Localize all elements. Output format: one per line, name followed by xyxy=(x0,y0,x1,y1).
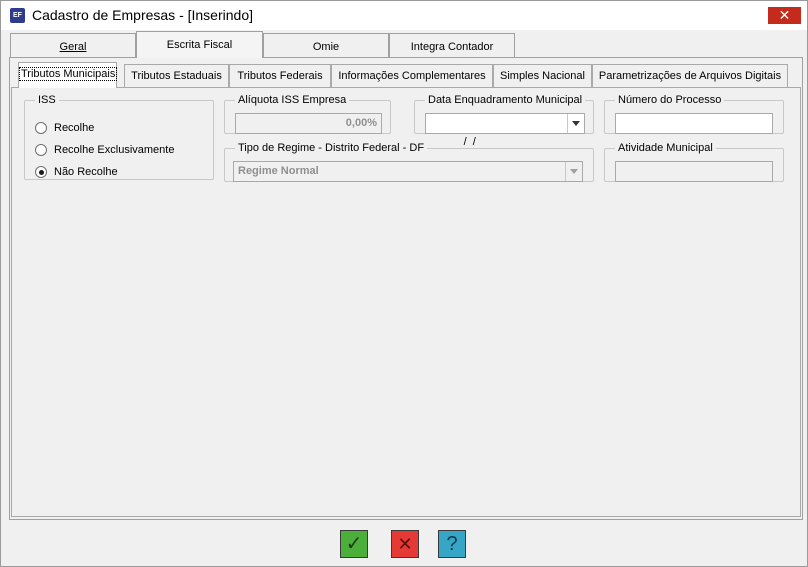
aliquota-iss-legend: Alíquota ISS Empresa xyxy=(238,94,347,106)
radio-label: Não Recolhe xyxy=(54,166,118,178)
cross-icon: ✕ xyxy=(397,534,413,554)
tab-omie[interactable]: Omie xyxy=(263,33,389,58)
iss-group-legend: ISS xyxy=(38,94,56,106)
radio-label: Recolhe xyxy=(54,122,95,134)
tipo-regime-group: Tipo de Regime - Distrito Federal - DF R… xyxy=(224,142,594,182)
tipo-regime-value: Regime Normal xyxy=(238,165,319,177)
date-dropdown-button[interactable] xyxy=(567,114,584,133)
chevron-down-icon xyxy=(572,121,580,126)
tributos-municipais-panel: ISS Recolhe Recolhe Exclusivamente Não R… xyxy=(11,87,801,517)
numero-processo-field[interactable] xyxy=(615,113,773,134)
tipo-regime-legend: Tipo de Regime - Distrito Federal - DF xyxy=(238,142,425,154)
radio-indicator[interactable] xyxy=(35,144,47,156)
aliquota-iss-field[interactable]: 0,00% xyxy=(235,113,382,134)
action-bar: ✓ ✕ ? xyxy=(9,523,803,565)
data-enquadramento-field[interactable]: / / xyxy=(425,113,585,148)
numero-processo-group: Número do Processo xyxy=(604,94,784,134)
data-enquadramento-group: Data Enquadramento Municipal / / xyxy=(414,94,594,148)
tab-label: Escrita Fiscal xyxy=(166,39,233,51)
tab-escrita-fiscal[interactable]: Escrita Fiscal xyxy=(136,31,263,58)
tab-geral[interactable]: Geral xyxy=(10,33,136,58)
window-title: Cadastro de Empresas - [Inserindo] xyxy=(32,7,253,23)
tab-label: Omie xyxy=(312,41,340,53)
cancel-button[interactable]: ✕ xyxy=(391,530,419,558)
subtab-informacoes-complementares[interactable]: Informações Complementares xyxy=(331,64,493,87)
radio-recolhe-exclusivamente[interactable]: Recolhe Exclusivamente xyxy=(35,143,174,157)
atividade-municipal-group: Atividade Municipal xyxy=(604,142,784,182)
subtab-label: Parametrizações de Arquivos Digitais xyxy=(598,70,782,82)
question-mark-icon: ? xyxy=(446,533,458,555)
escrita-fiscal-panel: Tributos Municipais Tributos Estaduais T… xyxy=(9,57,803,520)
tab-label: Integra Contador xyxy=(410,41,494,53)
app-logo-icon: EF xyxy=(10,8,25,23)
atividade-municipal-field[interactable] xyxy=(615,161,773,182)
iss-group: ISS Recolhe Recolhe Exclusivamente Não R… xyxy=(24,94,214,180)
close-button[interactable]: ✕ xyxy=(768,7,801,24)
subtab-simples-nacional[interactable]: Simples Nacional xyxy=(493,64,592,87)
tab-integra-contador[interactable]: Integra Contador xyxy=(389,33,515,58)
tab-label: Geral xyxy=(59,41,87,53)
tipo-regime-dropdown-button[interactable] xyxy=(565,162,582,181)
subtab-tributos-federais[interactable]: Tributos Federais xyxy=(229,64,331,87)
subtab-label: Simples Nacional xyxy=(500,70,585,82)
aliquota-iss-group: Alíquota ISS Empresa 0,00% xyxy=(224,94,391,134)
radio-indicator[interactable] xyxy=(35,122,47,134)
radio-indicator-selected[interactable] xyxy=(35,166,47,178)
radio-recolhe[interactable]: Recolhe xyxy=(35,121,94,135)
numero-processo-legend: Número do Processo xyxy=(618,94,722,106)
radio-label: Recolhe Exclusivamente xyxy=(54,144,175,156)
subtab-label: Informações Complementares xyxy=(338,70,486,82)
subtab-parametrizacoes-arquivos-digitais[interactable]: Parametrizações de Arquivos Digitais xyxy=(592,64,788,87)
company-register-window: EF Cadastro de Empresas - [Inserindo] ✕ … xyxy=(0,0,808,567)
checkmark-icon: ✓ xyxy=(345,533,363,555)
subtab-label: Tributos Estaduais xyxy=(131,70,222,82)
tipo-regime-select[interactable]: Regime Normal xyxy=(233,161,583,182)
subtab-label: Tributos Federais xyxy=(237,70,323,82)
help-button[interactable]: ? xyxy=(438,530,466,558)
title-bar: EF Cadastro de Empresas - [Inserindo] ✕ xyxy=(1,1,807,30)
atividade-municipal-legend: Atividade Municipal xyxy=(618,142,713,154)
radio-nao-recolhe[interactable]: Não Recolhe xyxy=(35,165,118,179)
subtab-label: Tributos Municipais xyxy=(19,67,118,81)
chevron-down-icon xyxy=(570,169,578,174)
confirm-button[interactable]: ✓ xyxy=(340,530,368,558)
subtab-tributos-municipais[interactable]: Tributos Municipais xyxy=(18,62,118,88)
subtab-tributos-estaduais[interactable]: Tributos Estaduais xyxy=(124,64,229,87)
data-enquadramento-legend: Data Enquadramento Municipal xyxy=(428,94,583,106)
